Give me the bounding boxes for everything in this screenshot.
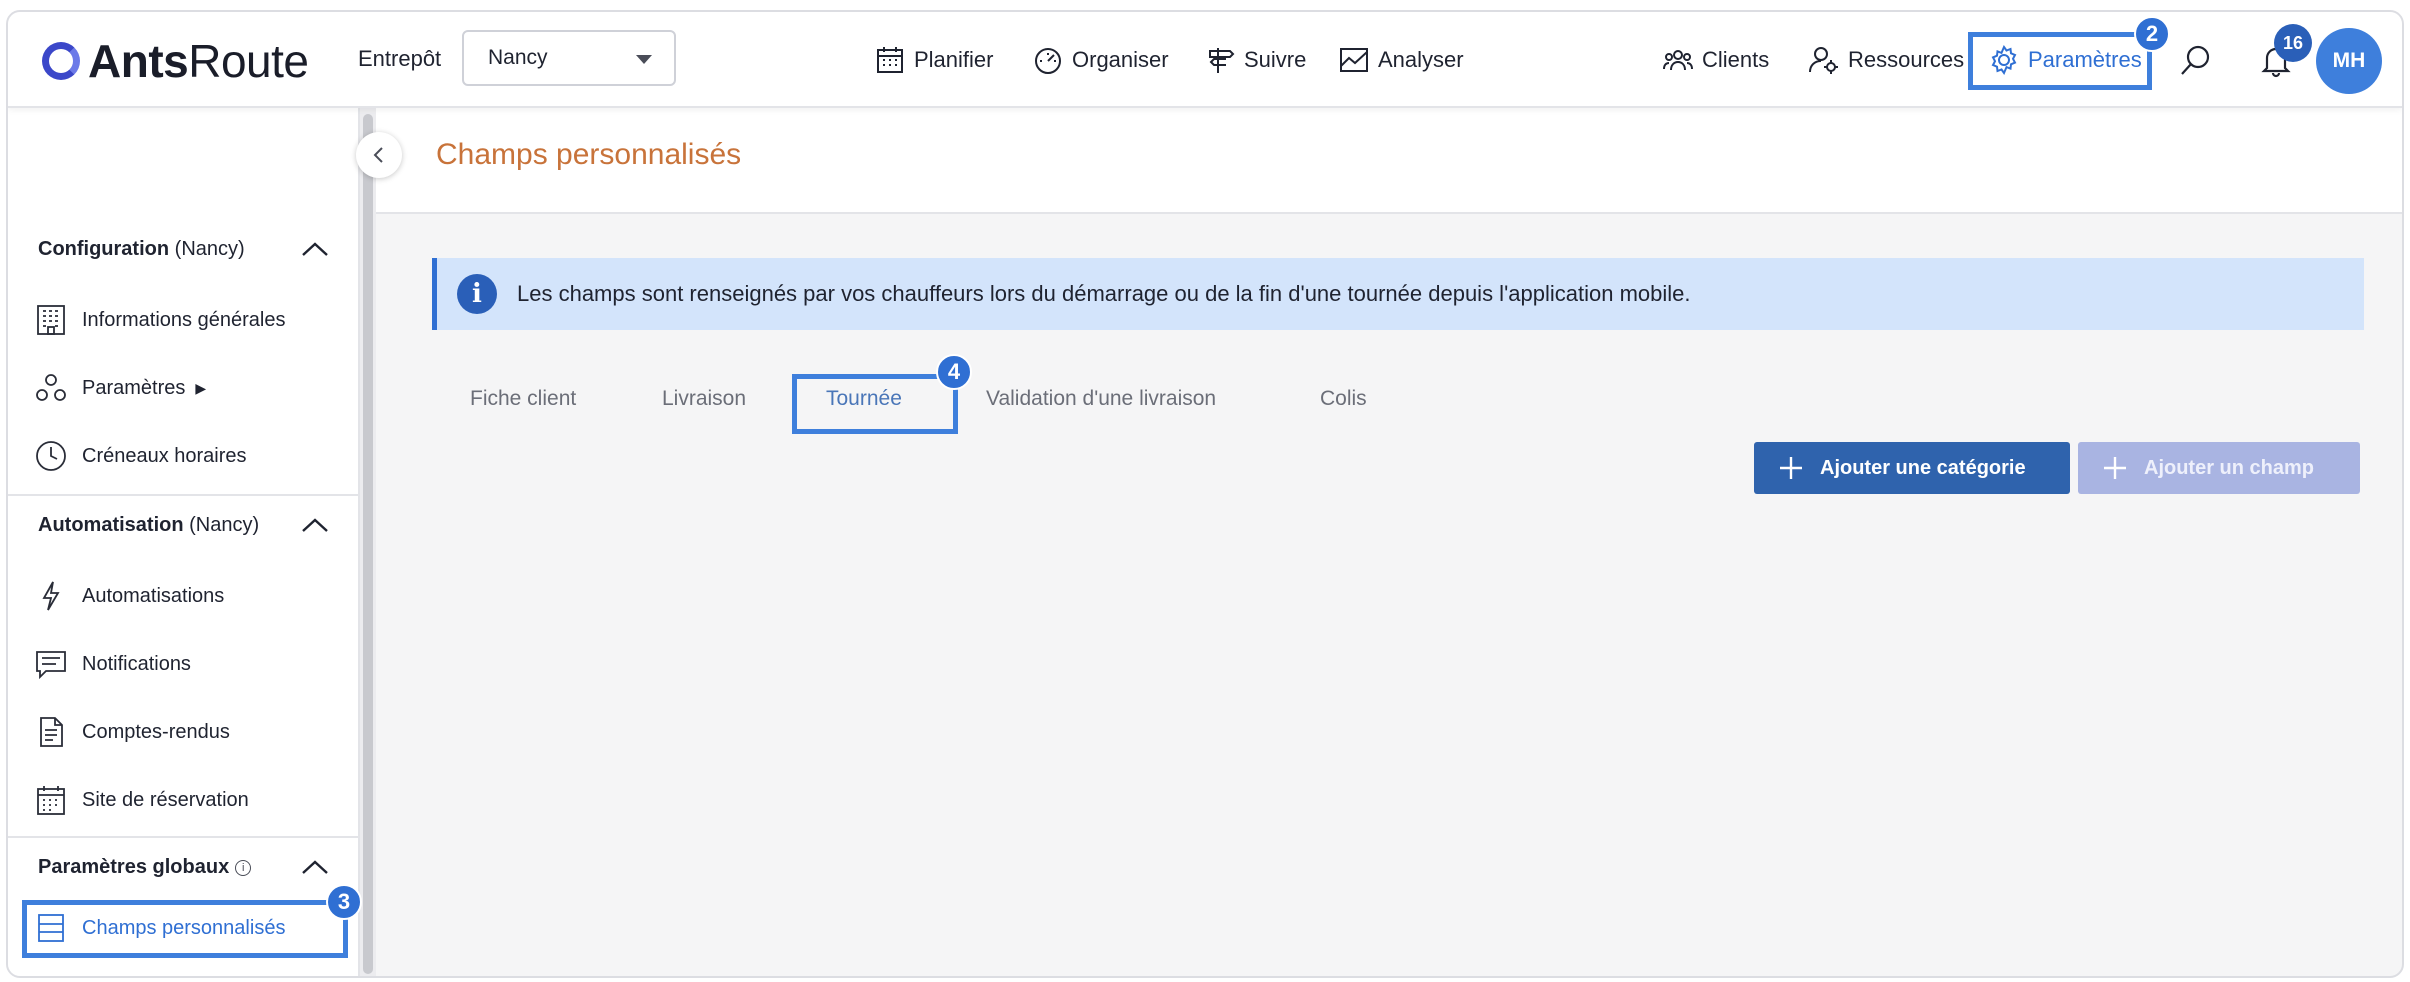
nav-suivre[interactable]: Suivre [1204,40,1306,80]
building-icon [37,305,65,335]
nav-label: Suivre [1244,47,1307,72]
chart-icon [1340,48,1368,72]
logo-mark-icon [42,42,80,80]
chevron-left-icon [373,147,383,163]
sidebar-item-label: Comptes-rendus [82,720,230,743]
sidebar-item-notifications[interactable]: Notifications [34,644,191,684]
section-automatisation[interactable]: Automatisation (Nancy) [38,514,259,537]
sidebar-item-label: Notifications [82,652,191,675]
sidebar-item-label: Site de réservation [82,788,249,811]
nav-label: Paramètres [2028,47,2142,72]
sidebar-item-creneaux-horaires[interactable]: Créneaux horaires [34,436,247,476]
search-icon [2181,45,2210,75]
add-field-button[interactable]: Ajouter un champ [2078,442,2360,494]
tab-validation-livraison[interactable]: Validation d'une livraison [986,374,1216,424]
chevron-up-icon[interactable] [300,240,330,258]
sidebar-item-parametres[interactable]: Paramètres ▶ [34,368,206,408]
scroll-thumb[interactable] [363,114,373,974]
info-banner-text: Les champs sont renseignés par vos chauf… [517,281,1691,306]
sidebar-item-label: Créneaux horaires [82,444,247,467]
nav-planifier[interactable]: Planifier [874,40,993,80]
sidebar-item-informations-generales[interactable]: Informations générales [34,300,285,340]
info-banner: i Les champs sont renseignés par vos cha… [432,258,2364,330]
notification-count-badge: 16 [2274,24,2312,62]
sidebar-highlight-box [22,900,348,958]
divider [8,494,360,496]
nav-organiser[interactable]: Organiser [1032,40,1169,80]
add-category-label: Ajouter une catégorie [1820,456,2026,479]
add-category-button[interactable]: Ajouter une catégorie [1754,442,2070,494]
divider [8,836,360,838]
section-parametres-globaux[interactable]: Paramètres globaux i [38,856,252,879]
tab-fiche-client[interactable]: Fiche client [470,374,576,424]
app-window: AntsRoute Entrepôt Nancy Planifier Organ… [6,10,2404,978]
cogs-icon [36,374,66,401]
nav-label: Analyser [1378,47,1464,72]
lightning-icon [42,581,60,611]
tab-highlight-box [792,374,958,434]
search-button[interactable] [2178,42,2218,82]
sidebar-item-comptes-rendus[interactable]: Comptes-rendus [34,712,230,752]
top-bar: AntsRoute Entrepôt Nancy Planifier Organ… [8,12,2402,108]
nav-analyser[interactable]: Analyser [1338,40,1464,80]
chevron-down-icon [636,55,652,64]
signpost-icon [1209,48,1235,73]
users-icon [1663,50,1693,71]
step-badge-3: 3 [326,884,362,920]
clock-icon [36,441,66,471]
sidebar-item-label: Automatisations [82,584,225,607]
logo-text: AntsRoute [88,35,309,87]
antsroute-logo[interactable]: AntsRoute [42,34,309,88]
warehouse-label: Entrepôt [358,46,442,71]
info-icon: i [457,274,497,314]
nav-label: Clients [1702,47,1770,72]
sidebar-item-label: Paramètres [82,376,186,399]
caret-right-icon: ▶ [195,379,207,396]
message-icon [36,651,66,680]
nav-label: Ressources [1848,47,1965,72]
plus-icon [2104,457,2126,479]
nav-label: Planifier [914,47,994,72]
page-title: Champs personnalisés [436,138,742,171]
chevron-up-icon[interactable] [300,858,330,876]
document-icon [40,717,63,747]
nav-ressources[interactable]: Ressources [1808,40,1964,80]
sidebar-scrollbar[interactable] [360,108,376,976]
speedometer-icon [1035,48,1061,74]
info-icon[interactable]: i [235,859,252,876]
avatar[interactable]: MH [2316,28,2382,94]
warehouse-select[interactable]: Nancy [462,30,676,86]
sidebar: Configuration (Nancy) Informations génér… [8,108,360,976]
nav-clients[interactable]: Clients [1662,40,1769,80]
step-badge-4: 4 [936,354,972,390]
chevron-up-icon[interactable] [300,516,330,534]
step-badge-2: 2 [2134,16,2170,52]
sidebar-item-automatisations[interactable]: Automatisations [34,576,224,616]
gear-icon [1991,44,2017,76]
nav-label: Organiser [1072,47,1169,72]
plus-icon [1780,457,1802,479]
sidebar-item-site-de-reservation[interactable]: Site de réservation [34,780,249,820]
add-field-label: Ajouter un champ [2144,456,2315,479]
collapse-sidebar-button[interactable] [356,132,402,178]
calendar-icon [877,47,903,73]
tab-livraison[interactable]: Livraison [662,374,746,424]
user-gear-icon [1809,47,1838,74]
calendar-icon [37,786,65,815]
sidebar-item-label: Informations générales [82,308,286,331]
page-header: Champs personnalisés [376,108,2402,214]
warehouse-selected-value: Nancy [488,46,548,69]
tab-colis[interactable]: Colis [1320,374,1367,424]
nav-parametres[interactable]: Paramètres [1988,40,2142,80]
section-configuration[interactable]: Configuration (Nancy) [38,238,245,261]
